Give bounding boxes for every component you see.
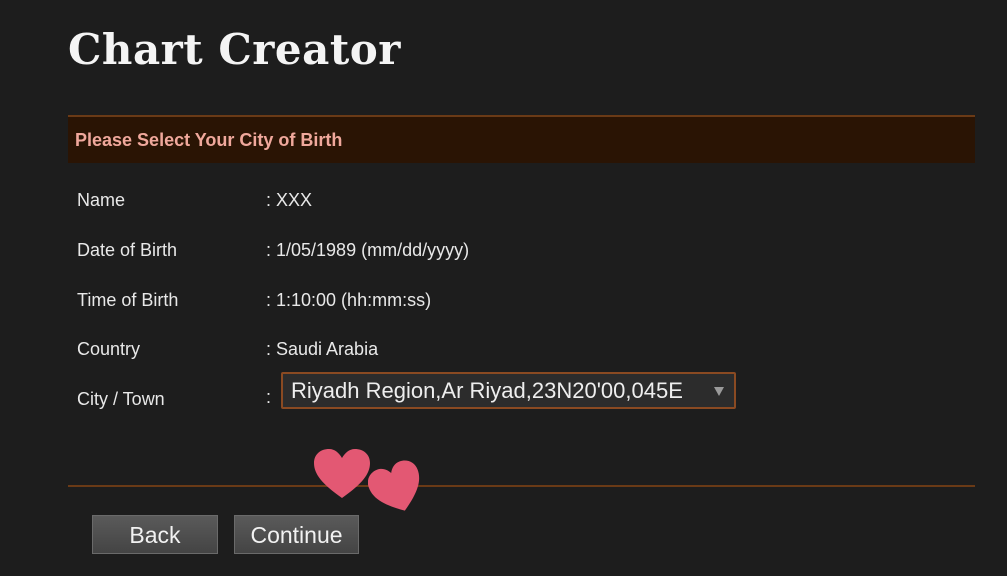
page-title: Chart Creator (68, 25, 401, 74)
date-of-birth-label: Date of Birth (77, 240, 178, 260)
chevron-down-icon (714, 387, 724, 396)
name-label: Name (77, 190, 126, 210)
city-select-value: Riyadh Region,Ar Riyad,23N20'00,045E (291, 378, 683, 403)
time-of-birth-value: : 1:10:00 (hh:mm:ss) (266, 290, 432, 310)
name-value: : XXX (266, 190, 313, 210)
city-select[interactable]: Riyadh Region,Ar Riyad,23N20'00,045E (281, 372, 736, 409)
section-header-label: Please Select Your City of Birth (75, 130, 343, 150)
city-label: City / Town (77, 389, 165, 409)
city-row: City / Town : Riyadh Region,Ar Riyad,23N… (77, 372, 957, 414)
section-header: Please Select Your City of Birth (68, 115, 975, 163)
continue-button[interactable]: Continue (234, 515, 359, 554)
heart-icon (314, 449, 370, 498)
time-of-birth-label: Time of Birth (77, 290, 179, 310)
city-separator: : (266, 387, 272, 407)
date-of-birth-value: : 1/05/1989 (mm/dd/yyyy) (266, 240, 470, 260)
country-row: Country : Saudi Arabia (77, 334, 957, 364)
country-value: : Saudi Arabia (266, 339, 379, 359)
section-divider (68, 485, 975, 487)
heart-icon (368, 460, 420, 511)
time-of-birth-row: Time of Birth : 1:10:00 (hh:mm:ss) (77, 285, 957, 315)
date-of-birth-row: Date of Birth : 1/05/1989 (mm/dd/yyyy) (77, 235, 957, 265)
country-label: Country (77, 339, 141, 359)
back-button[interactable]: Back (92, 515, 218, 554)
name-row: Name : XXX (77, 185, 957, 215)
